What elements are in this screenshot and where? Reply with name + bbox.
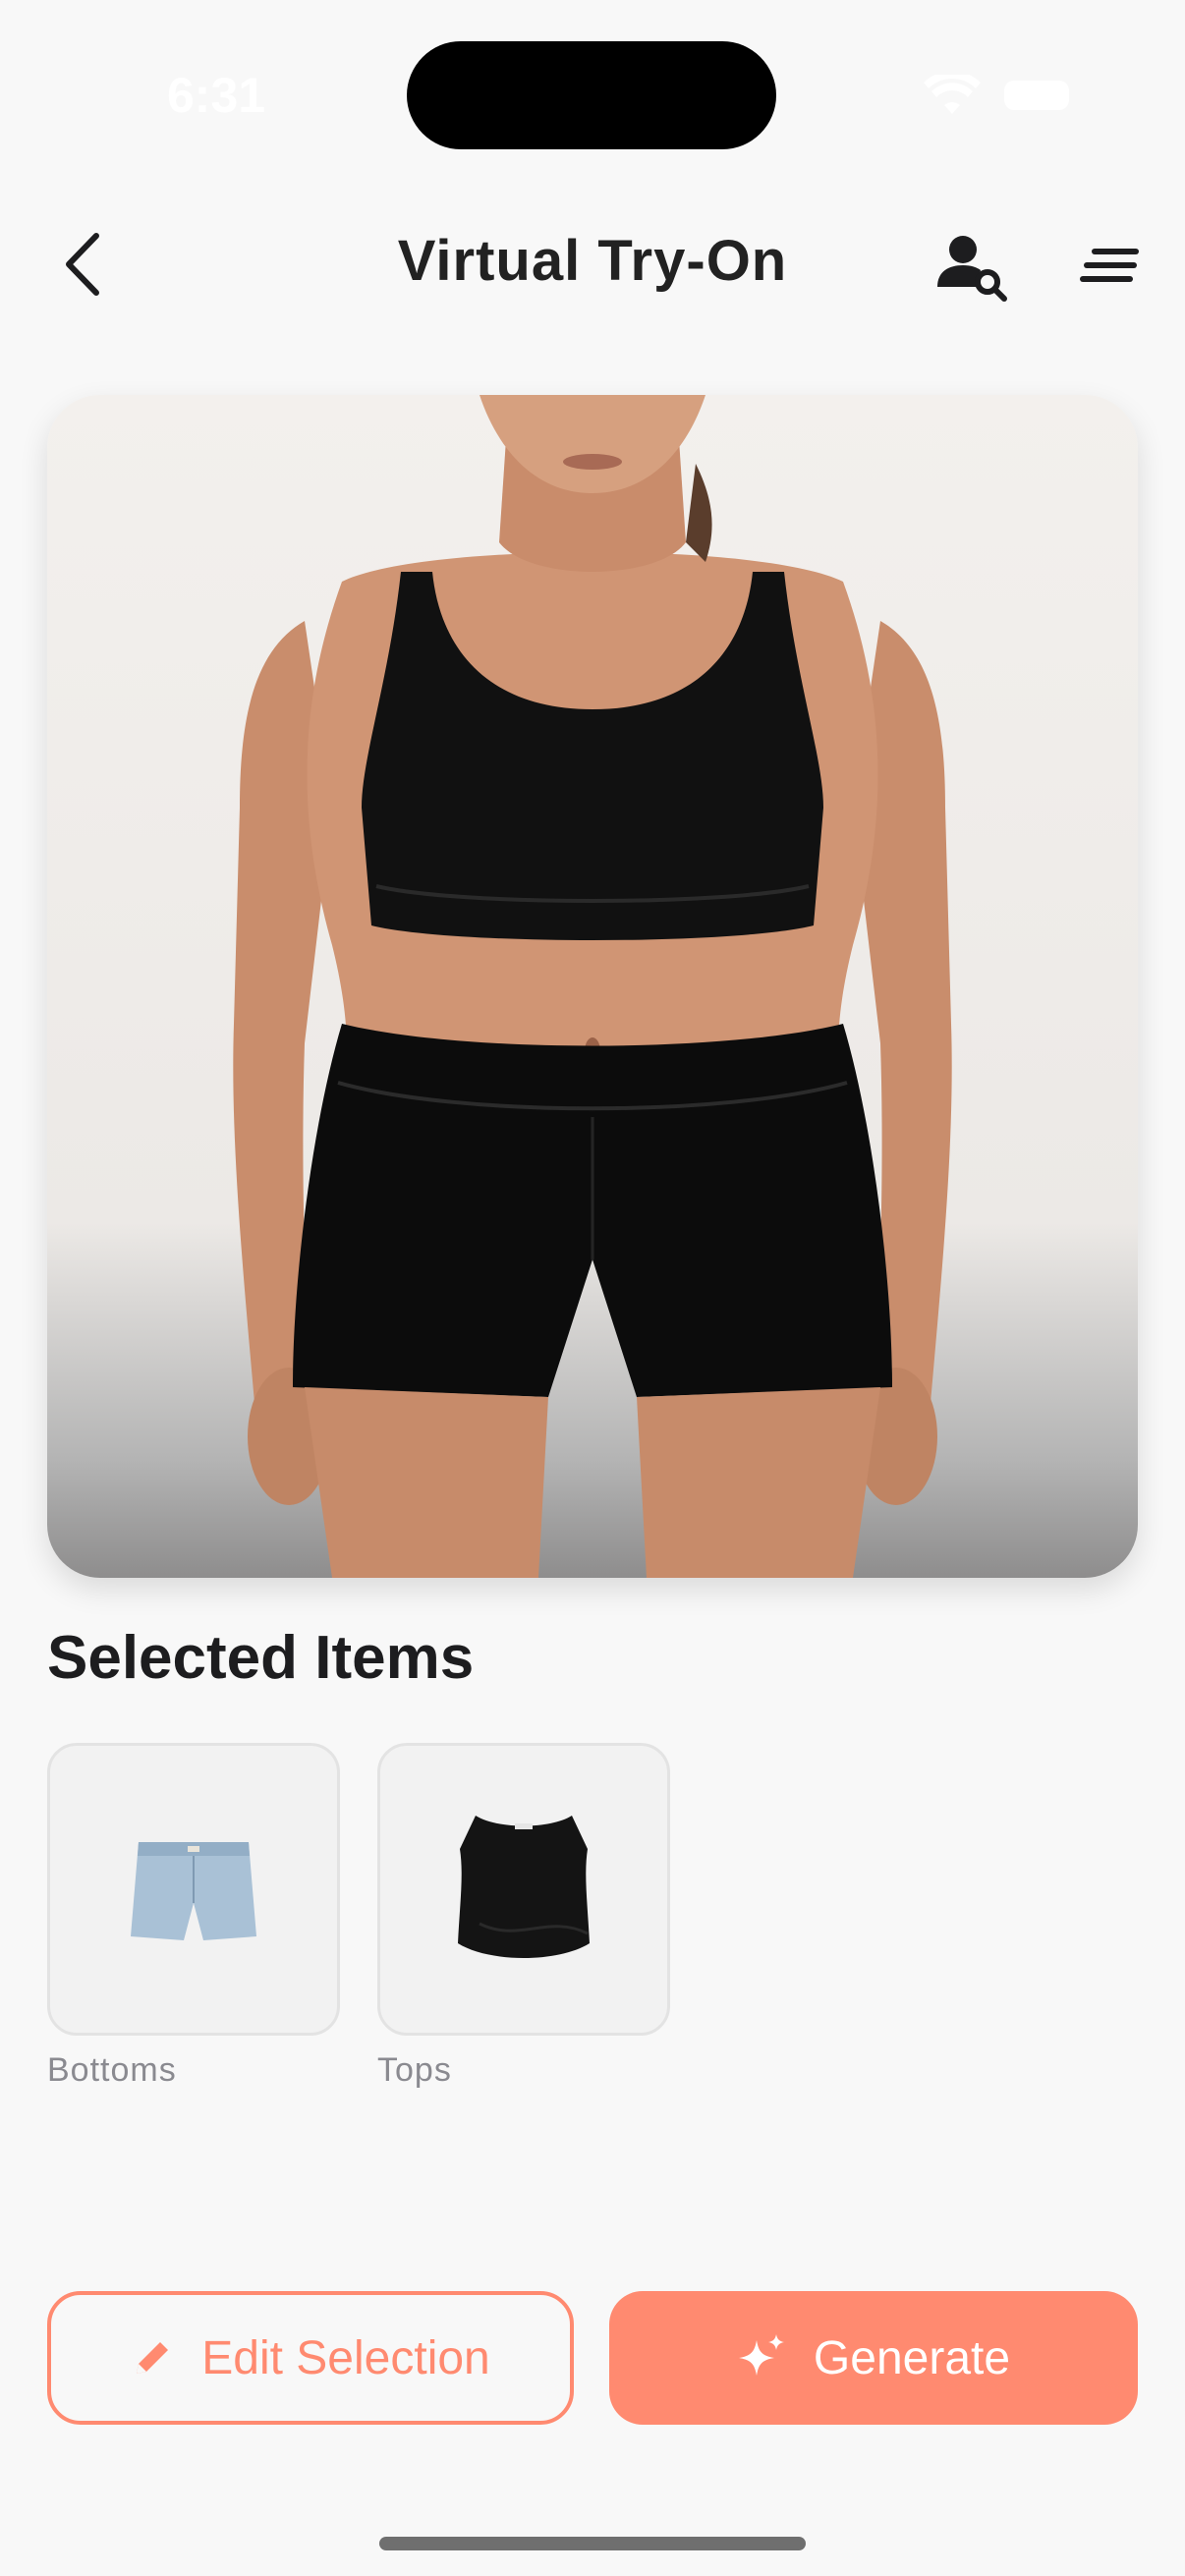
battery-icon bbox=[1004, 81, 1069, 110]
virtual-try-on-screen: 6:31 Virtual Try-On Selected Items Botto… bbox=[0, 0, 1185, 2576]
item-label-tops: Tops bbox=[377, 2051, 452, 2089]
generate-label: Generate bbox=[813, 2331, 1011, 2384]
item-card-bottoms[interactable] bbox=[47, 1743, 340, 2036]
section-title: Selected Items bbox=[47, 1624, 475, 1692]
pencil-icon bbox=[137, 2342, 169, 2374]
denim-shorts-thumbnail bbox=[131, 1842, 256, 1940]
wifi-icon bbox=[924, 75, 981, 114]
status-time: 6:31 bbox=[167, 68, 266, 123]
black-top-thumbnail bbox=[458, 1816, 590, 1958]
home-indicator bbox=[379, 2537, 806, 2550]
profile-search-button[interactable] bbox=[933, 228, 1012, 307]
dynamic-island bbox=[407, 41, 776, 149]
generate-button[interactable]: Generate bbox=[609, 2291, 1138, 2425]
try-on-result-image bbox=[47, 395, 1138, 1578]
item-label-bottoms: Bottoms bbox=[47, 2051, 177, 2089]
sort-lines-icon bbox=[1080, 249, 1139, 282]
item-card-tops[interactable] bbox=[377, 1743, 670, 2036]
menu-button[interactable] bbox=[1079, 232, 1150, 303]
model-figure bbox=[233, 395, 952, 1578]
person-search-icon bbox=[937, 236, 1007, 302]
edit-selection-button[interactable]: Edit Selection bbox=[47, 2291, 574, 2425]
edit-selection-label: Edit Selection bbox=[201, 2331, 490, 2384]
sparkles-icon bbox=[738, 2334, 784, 2376]
